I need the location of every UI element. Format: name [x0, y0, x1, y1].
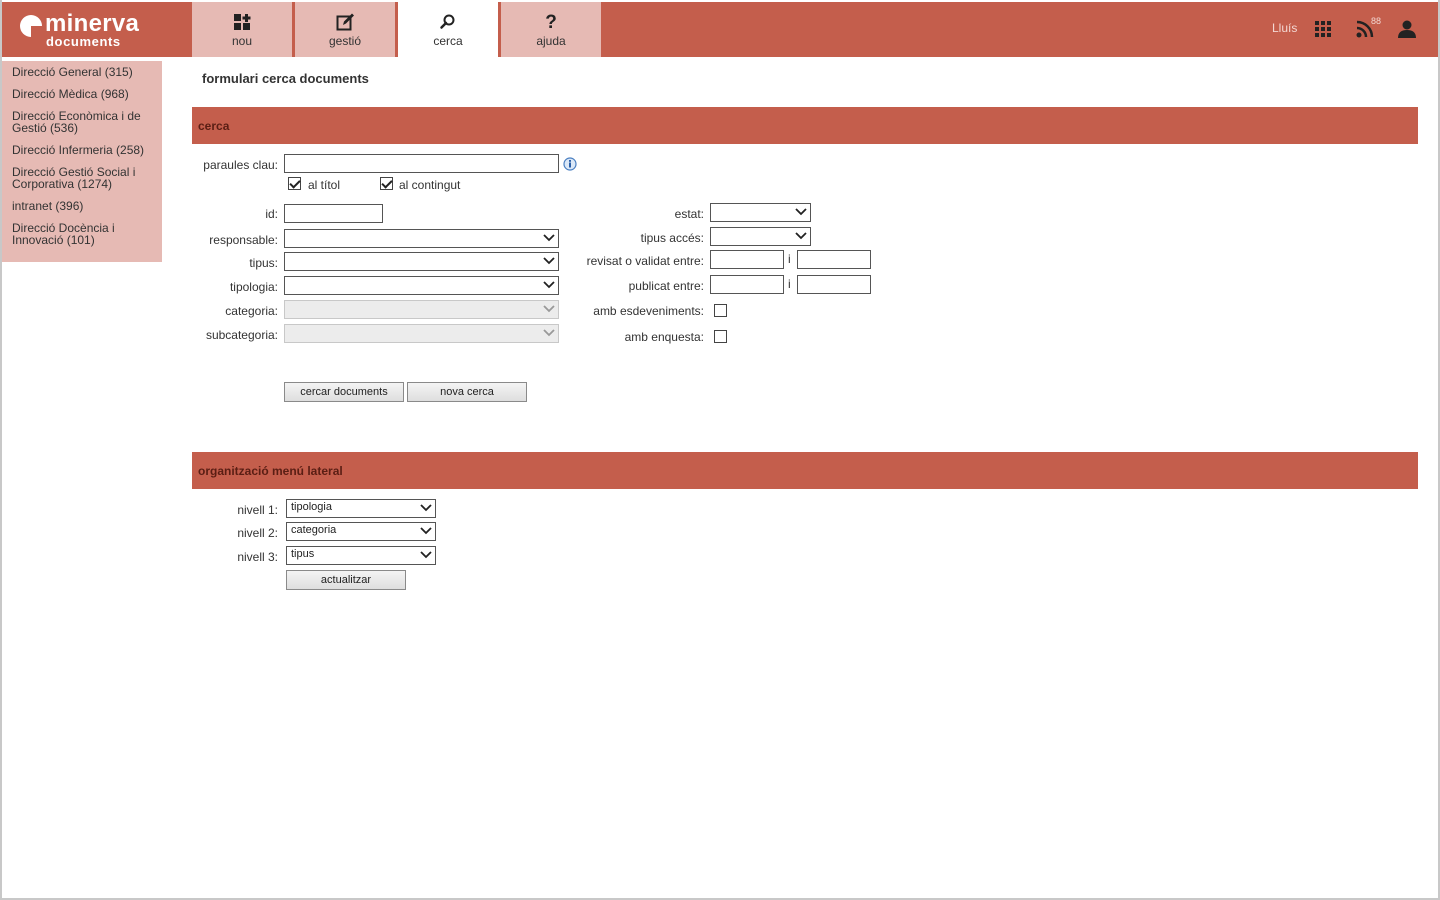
level-1-value: tipologia — [291, 501, 332, 513]
chevron-down-icon — [543, 234, 555, 242]
sidebar-item-direccio-medica[interactable]: Direcció Mèdica (968) — [12, 88, 152, 100]
keywords-input[interactable] — [284, 154, 559, 173]
responsable-label: responsable: — [209, 233, 278, 247]
sidebar-item-direccio-economica[interactable]: Direcció Econòmica i de Gestió (536) — [12, 110, 152, 134]
chevron-down-icon — [543, 305, 555, 313]
logo-mark — [20, 15, 42, 37]
level-3-value: tipus — [291, 548, 315, 560]
tab-nou[interactable]: nou — [192, 2, 292, 57]
id-input[interactable] — [284, 204, 383, 223]
tipus-acces-select[interactable] — [710, 227, 811, 246]
subcategoria-label: subcategoria: — [205, 328, 278, 342]
revisat-label: revisat o validat entre: — [586, 254, 704, 268]
tipus-label: tipus: — [249, 256, 278, 270]
info-icon[interactable] — [563, 157, 577, 171]
logo-subtitle: documents — [46, 34, 121, 49]
esdeveniments-label: amb esdeveniments: — [593, 304, 704, 318]
tab-label: ajuda — [536, 34, 566, 48]
chevron-down-icon — [543, 257, 555, 265]
level-1-label: nivell 1: — [237, 503, 278, 517]
between-separator: i — [788, 252, 791, 266]
level-3-select[interactable]: tipus — [286, 546, 436, 565]
add-grid-icon — [192, 11, 292, 33]
level-2-label: nivell 2: — [237, 526, 278, 540]
revisat-to-input[interactable] — [797, 250, 871, 269]
keywords-label: paraules clau: — [203, 158, 278, 172]
sidebar-item-intranet[interactable]: intranet (396) — [12, 200, 152, 212]
subcategoria-select — [284, 324, 559, 343]
user-name[interactable]: Lluís — [1272, 21, 1297, 35]
minerva-logo[interactable]: minerva documents — [18, 10, 178, 50]
update-button[interactable]: actualitzar — [286, 570, 406, 590]
chevron-down-icon — [420, 504, 432, 512]
rss-count-badge: 88 — [1371, 16, 1382, 26]
chevron-down-icon — [420, 551, 432, 559]
search-documents-button[interactable]: cercar documents — [284, 382, 404, 402]
page-title: formulari cerca documents — [202, 71, 369, 86]
edit-icon — [295, 11, 395, 33]
search-icon — [398, 11, 498, 33]
svg-text:?: ? — [545, 12, 557, 33]
in-content-checkbox[interactable] — [380, 177, 393, 190]
in-content-label: al contingut — [399, 178, 461, 192]
publicat-from-input[interactable] — [710, 275, 784, 294]
estat-select[interactable] — [710, 203, 811, 222]
tipus-select[interactable] — [284, 252, 559, 271]
tab-cerca[interactable]: cerca — [398, 2, 498, 57]
sidebar-item-direccio-general[interactable]: Direcció General (315) — [12, 66, 152, 78]
chevron-down-icon — [543, 281, 555, 289]
level-2-value: categoria — [291, 524, 337, 536]
id-label: id: — [265, 207, 278, 221]
publicat-to-input[interactable] — [797, 275, 871, 294]
esdeveniments-checkbox[interactable] — [714, 304, 727, 317]
tab-label: gestió — [328, 34, 362, 48]
apps-grid-icon[interactable] — [1312, 18, 1334, 40]
chevron-down-icon — [795, 208, 807, 216]
categoria-label: categoria: — [225, 304, 278, 318]
tipus-acces-label: tipus accés: — [640, 231, 704, 245]
enquesta-checkbox[interactable] — [714, 330, 727, 343]
between-separator: i — [788, 277, 791, 291]
tipologia-label: tipologia: — [229, 280, 278, 294]
in-title-label: al títol — [308, 178, 341, 192]
sidebar: Direcció General (315) Direcció Mèdica (… — [2, 61, 162, 262]
top-header: minerva documents nou gestió cerca ? aju… — [2, 2, 1438, 57]
enquesta-label: amb enquesta: — [624, 330, 704, 344]
user-icon[interactable] — [1396, 18, 1418, 40]
menu-organization-section-header: organització menú lateral — [192, 452, 1418, 489]
chevron-down-icon — [420, 527, 432, 535]
sidebar-item-direccio-gestio-social[interactable]: Direcció Gestió Social i Corporativa (12… — [12, 166, 152, 190]
tab-label: cerca — [433, 34, 463, 48]
responsable-select[interactable] — [284, 229, 559, 248]
categoria-select — [284, 300, 559, 319]
in-title-checkbox[interactable] — [288, 177, 301, 190]
tab-gestio[interactable]: gestió — [295, 2, 395, 57]
sidebar-item-direccio-infermeria[interactable]: Direcció Infermeria (258) — [12, 144, 152, 156]
sidebar-item-direccio-docencia[interactable]: Direcció Docència i Innovació (101) — [12, 222, 152, 246]
level-2-select[interactable]: categoria — [286, 522, 436, 541]
revisat-from-input[interactable] — [710, 250, 784, 269]
level-3-label: nivell 3: — [237, 550, 278, 564]
tab-label: nou — [231, 34, 253, 48]
publicat-label: publicat entre: — [628, 279, 704, 293]
chevron-down-icon — [543, 329, 555, 337]
help-icon: ? — [501, 11, 601, 33]
search-section-header: cerca — [192, 107, 1418, 144]
tipologia-select[interactable] — [284, 276, 559, 295]
chevron-down-icon — [795, 232, 807, 240]
estat-label: estat: — [674, 207, 704, 221]
level-1-select[interactable]: tipologia — [286, 499, 436, 518]
new-search-button[interactable]: nova cerca — [407, 382, 527, 402]
tab-ajuda[interactable]: ? ajuda — [501, 2, 601, 57]
